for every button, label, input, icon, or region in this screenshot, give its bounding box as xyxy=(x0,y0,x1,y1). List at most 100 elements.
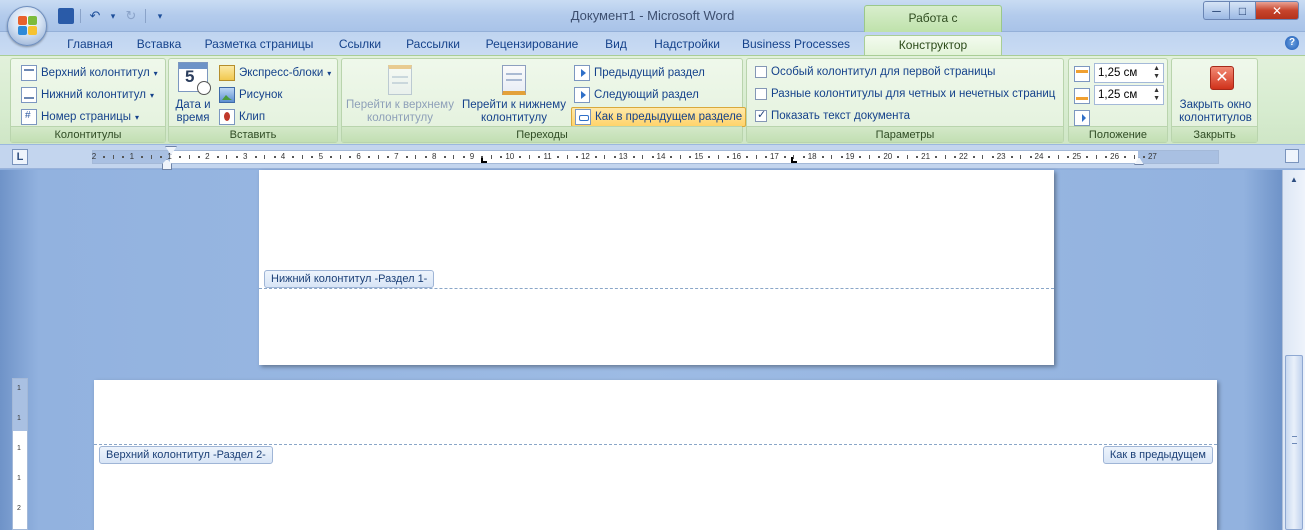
view-ruler-icon[interactable] xyxy=(1285,149,1299,163)
different-odd-even-checkbox[interactable] xyxy=(755,88,767,100)
ruler-tick-mark xyxy=(235,156,238,158)
ruler-tick-mark xyxy=(878,156,881,158)
ruler-bar: L 2 1 1 2 3 4 5 6 7 8 9 10 11 12 13 14 15 16 17 18 19 20 21 22 2… xyxy=(0,145,1305,170)
header-button-label: Верхний колонтитул xyxy=(41,67,150,79)
ruler-tick-mark xyxy=(1029,156,1032,158)
different-odd-even-option[interactable]: Разные колонтитулы для четных и нечетных… xyxy=(755,88,1055,100)
ruler-tick-label: 4 xyxy=(280,152,286,161)
office-logo-icon xyxy=(18,16,38,36)
ruler-tick-mark xyxy=(1133,155,1135,159)
tab-page-layout[interactable]: Разметка страницы xyxy=(200,35,318,55)
ruler-tick-mark xyxy=(783,156,786,158)
tab-references[interactable]: Ссылки xyxy=(332,35,388,55)
office-button[interactable] xyxy=(7,6,47,46)
close-button[interactable]: ✕ xyxy=(1255,1,1299,20)
footer-position-input[interactable]: 1,25 см ▲ ▼ xyxy=(1094,85,1164,105)
scroll-up-icon[interactable]: ▲ xyxy=(1286,172,1302,188)
ruler-tick-label: 10 xyxy=(505,152,515,161)
ruler-tick-mark xyxy=(490,155,492,159)
different-first-page-option[interactable]: Особый колонтитул для первой страницы xyxy=(755,66,995,78)
help-icon[interactable]: ? xyxy=(1285,36,1299,50)
tab-selector[interactable]: L xyxy=(12,149,28,165)
header-button[interactable]: Верхний колонтитул ▾ xyxy=(21,65,158,81)
previous-section-button[interactable]: Предыдущий раздел xyxy=(574,65,705,81)
quick-parts-button[interactable]: Экспресс-блоки ▾ xyxy=(219,65,331,81)
ruler-tick-label: 25 xyxy=(1072,152,1082,161)
ruler-tick-mark xyxy=(188,155,190,159)
page-1[interactable]: Нижний колонтитул -Раздел 1- xyxy=(259,170,1054,365)
ruler-tick-label: 11 xyxy=(543,152,552,161)
ruler-tick-mark xyxy=(197,156,200,158)
vertical-ruler-tick-label: 1 xyxy=(17,415,21,422)
ruler-tick-mark xyxy=(273,156,276,158)
ruler-tick-label: 24 xyxy=(1034,152,1044,161)
ruler-tick-mark xyxy=(557,156,560,158)
scrollbar-thumb[interactable] xyxy=(1285,355,1303,530)
ruler-tick-label: 23 xyxy=(996,152,1006,161)
footer-icon xyxy=(21,87,37,103)
tab-insert[interactable]: Вставка xyxy=(130,35,188,55)
close-icon[interactable]: ✕ xyxy=(1210,66,1234,90)
group-label: Параметры xyxy=(747,126,1063,142)
group-label: Положение xyxy=(1069,126,1167,142)
different-first-page-checkbox[interactable] xyxy=(755,66,767,78)
ruler-tick-mark xyxy=(349,156,352,158)
ruler-tick-mark xyxy=(566,155,568,159)
ruler-tick-label: 8 xyxy=(431,152,437,161)
ruler-tick-mark xyxy=(141,156,144,158)
minimize-button[interactable]: ─ xyxy=(1203,1,1229,20)
tab-addins[interactable]: Надстройки xyxy=(646,35,728,55)
picture-icon xyxy=(219,87,235,103)
maximize-button[interactable]: □ xyxy=(1229,1,1255,20)
ruler-tick-mark xyxy=(160,156,163,158)
ruler-tick-mark xyxy=(746,156,749,158)
vertical-scrollbar[interactable]: ▲ xyxy=(1282,170,1305,530)
tab-review[interactable]: Рецензирование xyxy=(478,35,586,55)
ribbon-tabs: Главная Вставка Разметка страницы Ссылки… xyxy=(0,32,1305,55)
window-controls: ─ □ ✕ xyxy=(1203,1,1299,20)
page-2[interactable]: Верхний колонтитул -Раздел 2- Как в пред… xyxy=(94,380,1217,530)
date-time-button[interactable]: 5 Дата и время xyxy=(169,59,217,125)
ruler-tick-mark xyxy=(991,156,994,158)
tab-mailings[interactable]: Рассылки xyxy=(400,35,466,55)
link-to-previous-label: Как в предыдущем разделе xyxy=(595,111,743,123)
goto-footer-icon xyxy=(502,65,526,95)
next-section-button[interactable]: Следующий раздел xyxy=(574,87,699,103)
date-time-label: Дата и время xyxy=(175,99,211,124)
tab-business-processes[interactable]: Business Processes xyxy=(740,35,852,55)
ruler-tick-label: 2 xyxy=(91,152,97,161)
ruler-tick-mark xyxy=(972,156,975,158)
link-to-previous-button[interactable]: Как в предыдущем разделе xyxy=(571,107,747,127)
tab-home[interactable]: Главная xyxy=(60,35,120,55)
ruler-tick-mark xyxy=(150,155,152,159)
ruler-tick-mark xyxy=(216,156,219,158)
page-number-button[interactable]: Номер страницы ▾ xyxy=(21,109,139,125)
show-document-text-option[interactable]: Показать текст документа xyxy=(755,108,910,122)
ruler-tick-mark xyxy=(1124,156,1127,158)
page-number-icon xyxy=(21,109,37,125)
header-position-value: 1,25 см xyxy=(1098,67,1138,79)
tab-design[interactable]: Конструктор xyxy=(864,35,1002,55)
ruler-tick-mark xyxy=(840,156,843,158)
ruler-tick-mark xyxy=(254,156,257,158)
header-section-2-tag: Верхний колонтитул -Раздел 2- xyxy=(99,446,273,464)
ruler-tick-mark xyxy=(935,156,938,158)
header-position-spin-icon[interactable]: ▲ ▼ xyxy=(1153,65,1160,81)
tab-view[interactable]: Вид xyxy=(598,35,634,55)
footer-button[interactable]: Нижний колонтитул ▾ xyxy=(21,87,154,103)
vertical-ruler[interactable]: 1 1 1 1 2 xyxy=(12,378,28,530)
show-document-text-checkbox[interactable] xyxy=(755,108,767,122)
clip-art-button[interactable]: Клип xyxy=(219,109,265,125)
ruler-tick-label: 9 xyxy=(469,152,475,161)
ruler-tick-label: 13 xyxy=(618,152,628,161)
picture-button[interactable]: Рисунок xyxy=(219,87,282,103)
ruler-tick-label: 7 xyxy=(394,152,399,161)
horizontal-ruler[interactable]: 2 1 1 2 3 4 5 6 7 8 9 10 11 12 13 14 15 16 17 18 19 20 21 22 23 2… xyxy=(91,147,1219,170)
footer-position-spin-icon[interactable]: ▲ ▼ xyxy=(1153,87,1160,103)
goto-header-button[interactable]: Перейти к верхнему колонтитулу xyxy=(342,59,458,127)
ruler-tick-label: 6 xyxy=(356,152,361,161)
ruler-tick-mark xyxy=(708,156,711,158)
insert-alignment-tab-button[interactable] xyxy=(1074,110,1090,126)
goto-footer-button[interactable]: Перейти к нижнему колонтитулу xyxy=(458,59,570,127)
header-position-input[interactable]: 1,25 см ▲ ▼ xyxy=(1094,63,1164,83)
